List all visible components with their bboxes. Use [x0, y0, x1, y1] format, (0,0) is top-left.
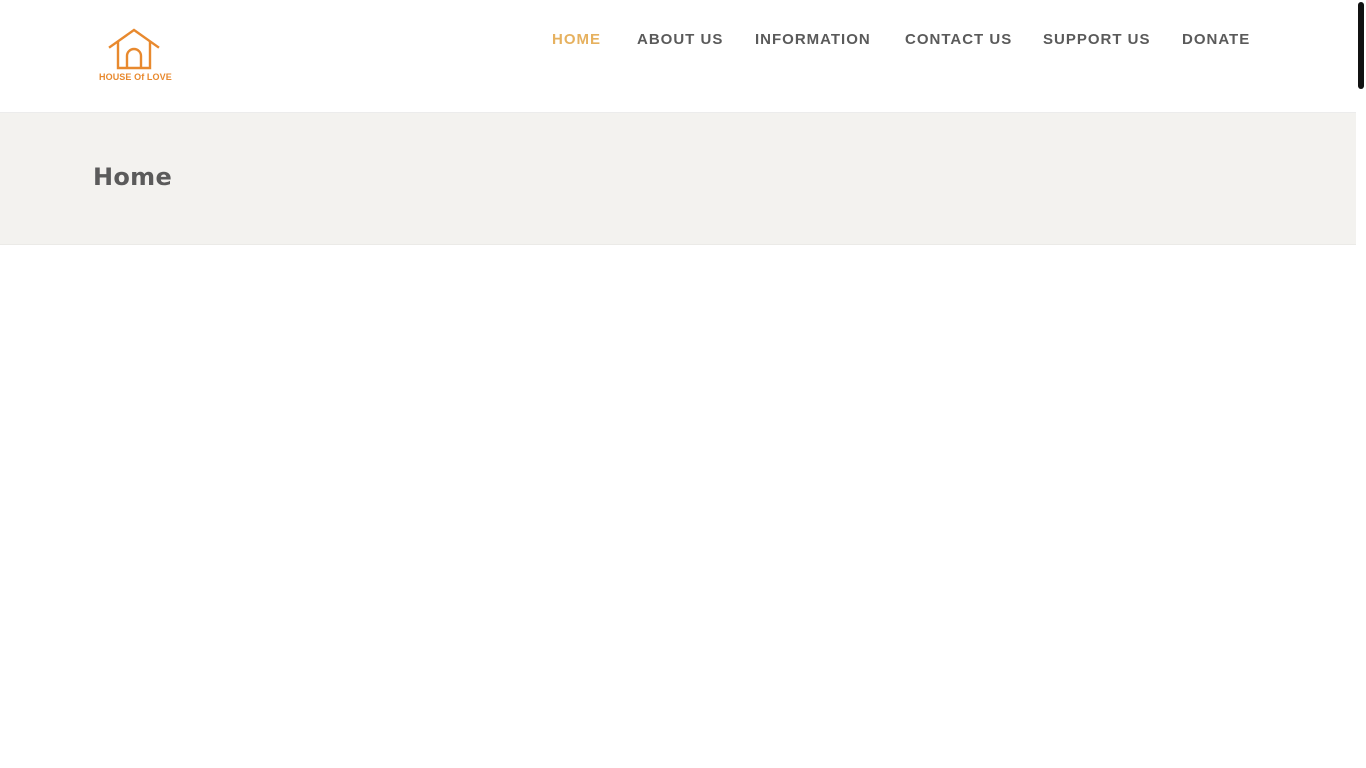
nav-contact-us[interactable]: CONTACT US — [905, 29, 1012, 51]
page-title: Home — [93, 163, 173, 191]
nav-home[interactable]: HOME — [552, 29, 601, 51]
page-title-bar: Home — [0, 113, 1356, 245]
nav-about-us[interactable]: ABOUT US — [637, 29, 723, 51]
scrollbar-track[interactable] — [1356, 0, 1366, 768]
scrollbar-thumb[interactable] — [1358, 2, 1364, 89]
nav-donate[interactable]: DONATE — [1182, 29, 1250, 51]
logo-text: HOUSE Of LOVE — [99, 72, 172, 82]
nav-support-us[interactable]: SUPPORT US — [1043, 29, 1151, 51]
main-nav: HOME ABOUT US INFORMATION CONTACT US SUP… — [0, 29, 1356, 51]
nav-information[interactable]: INFORMATION — [755, 29, 871, 51]
page: HOUSE Of LOVE HOME ABOUT US INFORMATION … — [0, 0, 1366, 768]
site-header: HOUSE Of LOVE HOME ABOUT US INFORMATION … — [0, 0, 1356, 113]
